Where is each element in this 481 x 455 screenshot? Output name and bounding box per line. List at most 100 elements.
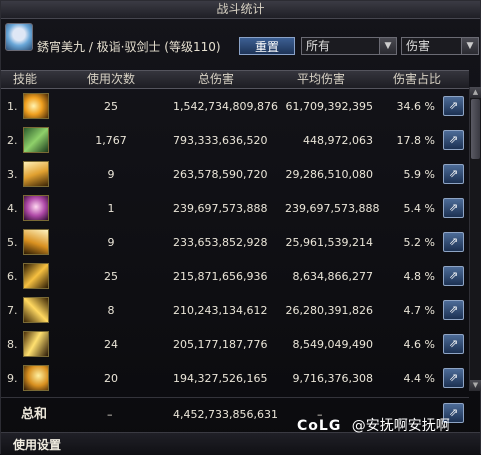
filter-select[interactable]: 所有 ▼ — [301, 37, 397, 55]
row-total-damage: 1,542,734,809,876 — [173, 100, 278, 113]
chevron-down-icon: ▼ — [379, 38, 396, 54]
row-rank: 2. — [7, 134, 18, 147]
row-rank: 6. — [7, 270, 18, 283]
share-row-button[interactable]: ⇗ — [443, 164, 464, 184]
table-row: 4. 1 239,697,573,888 239,697,573,888 5.4… — [1, 192, 469, 225]
window-title: 战斗统计 — [1, 1, 480, 19]
table-row: 7. 8 210,243,134,612 26,280,391,826 4.7 … — [1, 294, 469, 327]
row-share: 5.4 % — [403, 202, 435, 215]
character-name: 銹宵美九 / 极诣·驭剑士 (等级110) — [37, 40, 221, 54]
row-avg-damage: 8,549,049,490 — [292, 338, 373, 351]
row-share: 5.2 % — [403, 236, 435, 249]
table-row: 5. 9 233,653,852,928 25,961,539,214 5.2 … — [1, 226, 469, 259]
row-total-damage: 233,653,852,928 — [173, 236, 268, 249]
total-uses: – — [107, 408, 113, 421]
row-share: 4.8 % — [403, 270, 435, 283]
share-row-button[interactable]: ⇗ — [443, 300, 464, 320]
table-row: 9. 20 194,327,526,165 9,716,376,308 4.4 … — [1, 362, 469, 395]
col-avg[interactable]: 平均伤害 — [271, 71, 371, 88]
row-avg-damage: 61,709,392,395 — [285, 100, 373, 113]
row-total-damage: 194,327,526,165 — [173, 372, 268, 385]
row-rank: 5. — [7, 236, 18, 249]
table-row: 6. 25 215,871,656,936 8,634,866,277 4.8 … — [1, 260, 469, 293]
row-uses: 25 — [104, 270, 118, 283]
row-avg-damage: 448,972,063 — [303, 134, 373, 147]
scrollbar[interactable]: ▲ ▼ — [469, 87, 481, 391]
row-share: 4.7 % — [403, 304, 435, 317]
sword-rain-icon — [23, 161, 49, 187]
row-uses: 8 — [107, 304, 115, 317]
spiral-slash-icon — [23, 365, 49, 391]
col-skill[interactable]: 技能 — [5, 71, 45, 88]
table-row: 2. 1,767 793,333,636,520 448,972,063 17.… — [1, 124, 469, 157]
row-uses: 24 — [104, 338, 118, 351]
scroll-up-icon[interactable]: ▲ — [470, 87, 481, 98]
share-row-button[interactable]: ⇗ — [443, 266, 464, 286]
total-damage: 4,452,733,856,631 — [173, 408, 278, 421]
row-share: 4.4 % — [403, 372, 435, 385]
watermark: CoLG @安抚啊安抚啊 — [297, 415, 450, 435]
row-rank: 7. — [7, 304, 18, 317]
col-share[interactable]: 伤害占比 — [371, 71, 463, 88]
row-total-damage: 215,871,656,936 — [173, 270, 268, 283]
table-row: 8. 24 205,177,187,776 8,549,049,490 4.6 … — [1, 328, 469, 361]
total-label: 总和 — [21, 407, 48, 422]
row-avg-damage: 9,716,376,308 — [292, 372, 373, 385]
share-row-button[interactable]: ⇗ — [443, 198, 464, 218]
row-rank: 8. — [7, 338, 18, 351]
row-share: 5.9 % — [403, 168, 435, 181]
row-avg-damage: 8,634,866,277 — [292, 270, 373, 283]
row-avg-damage: 25,961,539,214 — [285, 236, 373, 249]
row-uses: 1,767 — [95, 134, 127, 147]
row-uses: 20 — [104, 372, 118, 385]
watermark-logo: CoLG — [297, 418, 342, 434]
share-row-button[interactable]: ⇗ — [443, 368, 464, 388]
sword-burst-icon — [23, 93, 49, 119]
share-row-button[interactable]: ⇗ — [443, 96, 464, 116]
diagonal-slash-icon — [23, 263, 49, 289]
share-row-button[interactable]: ⇗ — [443, 232, 464, 252]
metric-select[interactable]: 伤害 ▼ — [401, 37, 479, 55]
row-uses: 1 — [107, 202, 115, 215]
row-rank: 9. — [7, 372, 18, 385]
sword-strike-icon — [23, 297, 49, 323]
sword-slash-icon — [23, 229, 49, 255]
scroll-down-icon[interactable]: ▼ — [470, 380, 481, 391]
character-avatar — [5, 23, 33, 51]
row-total-damage: 205,177,187,776 — [173, 338, 268, 351]
row-total-damage: 239,697,573,888 — [173, 202, 268, 215]
combat-stats-window: 战斗统计 銹宵美九 / 极诣·驭剑士 (等级110) 重置 所有 ▼ 伤害 ▼ … — [0, 0, 481, 455]
row-share: 4.6 % — [403, 338, 435, 351]
filter-select-value: 所有 — [306, 39, 331, 53]
table-row: 3. 9 263,578,590,720 29,286,510,080 5.9 … — [1, 158, 469, 191]
table-row: 1. 25 1,542,734,809,876 61,709,392,395 3… — [1, 90, 469, 123]
row-share: 34.6 % — [396, 100, 435, 113]
row-share: 17.8 % — [396, 134, 435, 147]
watermark-text: @安抚啊安抚啊 — [351, 418, 450, 434]
row-total-damage: 210,243,134,612 — [173, 304, 268, 317]
row-avg-damage: 26,280,391,826 — [285, 304, 373, 317]
metric-select-value: 伤害 — [406, 39, 431, 53]
green-blades-icon — [23, 127, 49, 153]
summon-figure-icon — [23, 195, 49, 221]
row-rank: 4. — [7, 202, 18, 215]
wave-slash-icon — [23, 331, 49, 357]
col-uses[interactable]: 使用次数 — [61, 71, 161, 88]
row-total-damage: 793,333,636,520 — [173, 134, 268, 147]
row-avg-damage: 29,286,510,080 — [285, 168, 373, 181]
footer-bar: 使用设置 — [1, 432, 480, 455]
row-rank: 3. — [7, 168, 18, 181]
chevron-down-icon: ▼ — [461, 38, 478, 54]
row-uses: 9 — [107, 168, 115, 181]
reset-button[interactable]: 重置 — [239, 37, 295, 55]
row-rank: 1. — [7, 100, 18, 113]
row-uses: 25 — [104, 100, 118, 113]
settings-button[interactable]: 使用设置 — [13, 436, 61, 453]
row-avg-damage: 239,697,573,888 — [285, 202, 380, 215]
share-row-button[interactable]: ⇗ — [443, 130, 464, 150]
share-row-button[interactable]: ⇗ — [443, 334, 464, 354]
row-total-damage: 263,578,590,720 — [173, 168, 268, 181]
scroll-thumb[interactable] — [471, 99, 480, 159]
table-header: 技能 使用次数 总伤害 平均伤害 伤害占比 — [1, 70, 469, 89]
col-total[interactable]: 总伤害 — [161, 71, 271, 88]
